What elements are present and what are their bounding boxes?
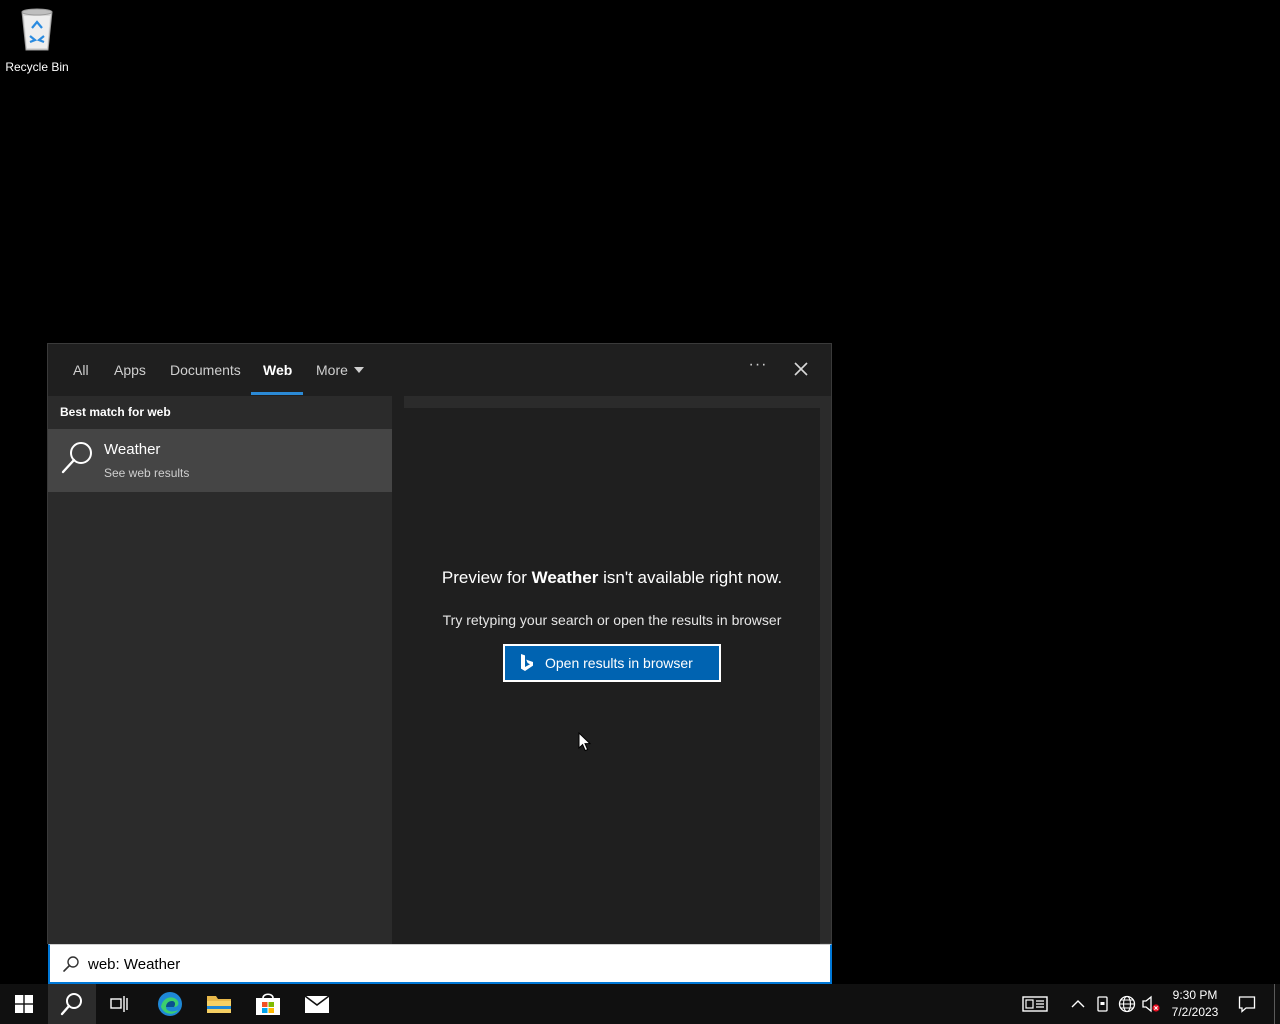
- globe-icon: [1118, 995, 1136, 1013]
- store-icon: [256, 993, 280, 1015]
- tab-apps[interactable]: Apps: [114, 362, 146, 378]
- tab-more[interactable]: More: [316, 362, 364, 378]
- result-subtitle: See web results: [104, 466, 190, 480]
- clock[interactable]: 9:30 PM 7/2/2023: [1164, 987, 1226, 1021]
- news-icon: [1022, 996, 1048, 1012]
- recycle-bin-icon: [17, 4, 57, 52]
- preview-message-suffix: isn't available right now.: [598, 568, 783, 587]
- close-icon: [794, 362, 808, 376]
- show-hidden-icons-button[interactable]: [1068, 994, 1088, 1014]
- preview-message-prefix: Preview for: [441, 568, 532, 587]
- taskbar-search-button[interactable]: [48, 984, 96, 1024]
- volume-button[interactable]: [1141, 994, 1161, 1014]
- taskbar: 9:30 PM 7/2/2023: [0, 984, 1280, 1024]
- show-desktop-button[interactable]: [1274, 984, 1280, 1024]
- meet-now-icon: [1097, 996, 1108, 1012]
- recycle-bin-label: Recycle Bin: [5, 60, 69, 74]
- network-button[interactable]: [1117, 994, 1137, 1014]
- taskbar-mail-button[interactable]: [293, 984, 341, 1024]
- tab-more-label: More: [316, 362, 348, 378]
- open-results-in-browser-button[interactable]: Open results in browser: [503, 644, 721, 682]
- search-input[interactable]: [88, 951, 808, 977]
- bing-icon: [521, 654, 533, 671]
- task-view-icon: [110, 996, 128, 1012]
- tab-documents[interactable]: Documents: [170, 362, 241, 378]
- recycle-bin-desktop-icon[interactable]: Recycle Bin: [2, 4, 72, 76]
- taskbar-edge-button[interactable]: [146, 984, 194, 1024]
- search-icon: [60, 439, 96, 475]
- taskbar-store-button[interactable]: [244, 984, 292, 1024]
- result-title: Weather: [104, 441, 161, 458]
- result-item-weather[interactable]: Weather See web results: [48, 429, 392, 492]
- news-and-interests-button[interactable]: [1022, 994, 1048, 1014]
- volume-muted-icon: [1142, 995, 1160, 1013]
- best-match-heading: Best match for web: [60, 405, 171, 419]
- preview-pane: Preview for Weather isn't available righ…: [404, 408, 820, 945]
- preview-hint: Try retyping your search or open the res…: [442, 612, 782, 628]
- options-button[interactable]: ···: [744, 356, 772, 382]
- pane-divider: [392, 396, 404, 945]
- meet-now-button[interactable]: [1093, 994, 1113, 1014]
- ellipsis-icon: ···: [748, 356, 768, 373]
- clock-date: 7/2/2023: [1171, 1005, 1219, 1019]
- search-box: [48, 944, 832, 984]
- action-center-button[interactable]: [1237, 994, 1257, 1014]
- notification-icon: [1238, 996, 1256, 1013]
- search-tabs-bar: All Apps Documents Web More ···: [48, 344, 831, 396]
- preview-message: Preview for Weather isn't available righ…: [404, 568, 820, 588]
- windows-logo-icon: [15, 995, 33, 1013]
- start-button[interactable]: [0, 984, 48, 1024]
- tab-all[interactable]: All: [73, 362, 89, 378]
- active-tab-indicator: [251, 392, 303, 395]
- preview-message-term: Weather: [531, 568, 599, 587]
- task-view-button[interactable]: [96, 984, 144, 1024]
- clock-time: 9:30 PM: [1172, 988, 1218, 1002]
- close-button[interactable]: [788, 356, 814, 382]
- results-pane: Best match for web Weather See web resul…: [48, 396, 392, 945]
- taskbar-file-explorer-button[interactable]: [195, 984, 243, 1024]
- search-panel: All Apps Documents Web More ··· Best mat…: [47, 343, 832, 945]
- search-icon: [63, 956, 79, 972]
- open-results-in-browser-label: Open results in browser: [545, 655, 693, 671]
- folder-icon: [207, 996, 231, 1013]
- tab-web[interactable]: Web: [263, 362, 292, 378]
- caret-down-icon: [353, 367, 364, 374]
- mail-icon: [304, 995, 330, 1013]
- chevron-up-icon: [1071, 1000, 1085, 1008]
- mouse-cursor-icon: [578, 732, 592, 752]
- edge-icon: [158, 992, 182, 1016]
- search-icon: [60, 993, 82, 1016]
